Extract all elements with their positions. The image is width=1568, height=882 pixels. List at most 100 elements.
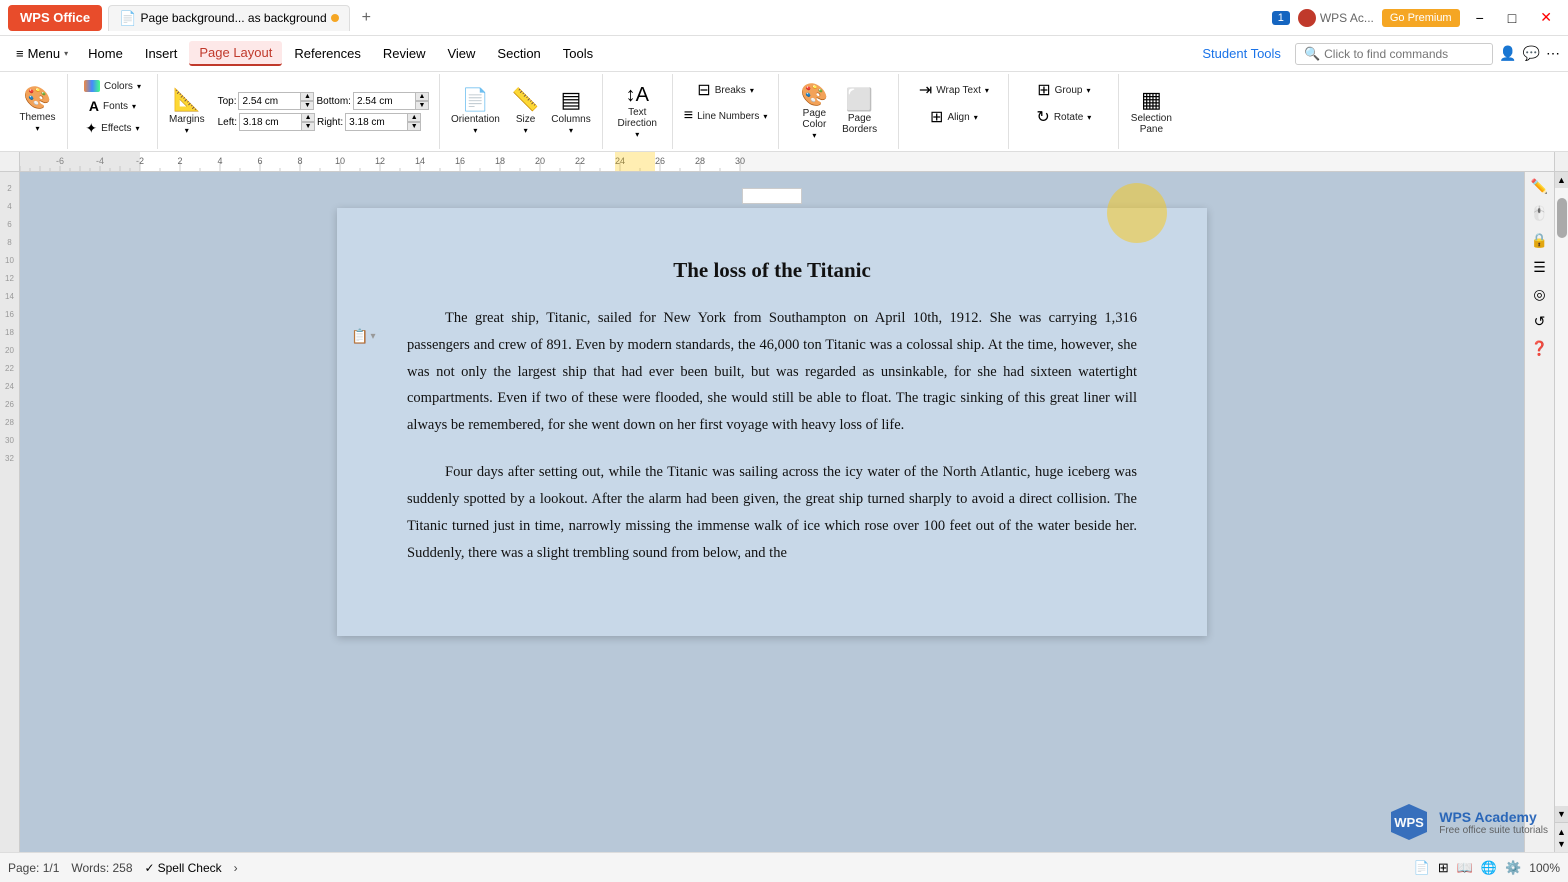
size-button[interactable]: 📏 Size ▾	[507, 86, 544, 136]
margin-num: 28	[5, 414, 14, 432]
menu-insert[interactable]: Insert	[135, 42, 188, 65]
ribbon-group-colors: Colors ▾ A Fonts ▾ ✦ Effects ▾	[68, 74, 158, 149]
scroll-down-button[interactable]: ▼	[1555, 806, 1568, 822]
more-options-button[interactable]: ⋯	[1546, 45, 1560, 62]
wps-account-button[interactable]: WPS Ac...	[1298, 9, 1374, 27]
margin-right-down[interactable]: ▼	[407, 122, 421, 131]
rotate-arrow: ▾	[1087, 113, 1091, 122]
margin-lr-row: Left: ▲ ▼ Right: ▲ ▼	[218, 113, 429, 131]
colors-arrow: ▾	[137, 82, 141, 91]
columns-icon: ▤	[561, 88, 582, 112]
scroll-track[interactable]	[1555, 188, 1568, 806]
left-margin-ruler: 2 4 6 8 10 12 14 16 18 20 22 24 26 28 30…	[0, 172, 20, 852]
maximize-button[interactable]: □	[1500, 10, 1524, 26]
margin-num: 32	[5, 450, 14, 468]
rotate-button[interactable]: ↻ Rotate ▾	[1031, 105, 1096, 129]
command-search-bar[interactable]: 🔍	[1295, 43, 1493, 65]
document-title: The loss of the Titanic	[407, 258, 1137, 283]
command-search-input[interactable]	[1324, 47, 1484, 61]
layout-normal-button[interactable]: 📄	[1414, 860, 1430, 876]
colors-button[interactable]: Colors ▾	[79, 78, 146, 94]
svg-text:20: 20	[535, 156, 545, 166]
page-borders-button[interactable]: ⬜ Page Borders	[837, 86, 882, 137]
line-numbers-button[interactable]: ≡ Line Numbers ▾	[679, 105, 773, 127]
comment-button[interactable]: 💬	[1523, 45, 1540, 62]
menu-home[interactable]: Home	[78, 42, 133, 65]
menu-tools[interactable]: Tools	[553, 42, 603, 65]
word-count: Words: 258	[71, 861, 132, 875]
breaks-arrow: ▾	[750, 86, 754, 95]
prev-page-button[interactable]: ▲	[1557, 827, 1566, 837]
margin-top-row: Top: ▲ ▼ Bottom: ▲ ▼	[218, 92, 429, 110]
document-tab[interactable]: 📄 Page background... as background	[108, 5, 350, 31]
menu-dropdown-arrow: ▾	[64, 49, 68, 58]
menu-section[interactable]: Section	[487, 42, 550, 65]
page-color-top: 🎨 Page Color ▾ ⬜ Page Borders	[796, 78, 882, 145]
effects-button[interactable]: ✦ Effects ▾	[80, 118, 144, 139]
right-panel-list-icon[interactable]: ☰	[1533, 259, 1546, 276]
right-panel-edit-icon[interactable]: ✏️	[1531, 178, 1548, 195]
menu-references[interactable]: References	[284, 42, 370, 65]
layout-web-button[interactable]: 🌐	[1481, 860, 1497, 876]
menu-review[interactable]: Review	[373, 42, 436, 65]
new-tab-button[interactable]: +	[356, 9, 377, 27]
right-panel-lock-icon[interactable]: 🔒	[1531, 232, 1548, 249]
student-tools-button[interactable]: Student Tools	[1194, 42, 1289, 65]
spell-check-label: Spell Check	[158, 861, 222, 875]
margin-num: 18	[5, 324, 14, 342]
page-borders-icon: ⬜	[846, 88, 873, 112]
margin-top-down[interactable]: ▼	[300, 101, 314, 110]
para-icon-arrow: ▾	[370, 331, 375, 342]
margin-top-up[interactable]: ▲	[300, 92, 314, 101]
margin-top-label: Top:	[218, 96, 237, 107]
fonts-button[interactable]: A Fonts ▾	[84, 96, 141, 116]
orientation-button[interactable]: 📄 Orientation ▾	[446, 86, 505, 136]
layout-full-button[interactable]: ⊞	[1438, 860, 1449, 876]
margin-left-down[interactable]: ▼	[301, 122, 315, 131]
wps-logo-button[interactable]: WPS Office	[8, 5, 102, 31]
margin-left-up[interactable]: ▲	[301, 113, 315, 122]
scroll-thumb[interactable]	[1557, 198, 1567, 238]
next-page-button[interactable]: ▼	[1557, 839, 1566, 849]
minimize-button[interactable]: −	[1468, 10, 1492, 26]
hamburger-menu[interactable]: ≡ Menu ▾	[8, 42, 76, 65]
svg-text:16: 16	[455, 156, 465, 166]
go-premium-button[interactable]: Go Premium	[1382, 9, 1460, 27]
scroll-up-button[interactable]: ▲	[1555, 172, 1568, 188]
margin-bottom-down[interactable]: ▼	[415, 101, 429, 110]
menu-page-layout[interactable]: Page Layout	[189, 41, 282, 66]
text-direction-button[interactable]: ↕A Text Direction ▾	[613, 82, 662, 141]
document-scroll-area[interactable]: 📋 ▾ The loss of the Titanic The great sh…	[20, 172, 1524, 852]
share-button[interactable]: 👤	[1499, 45, 1516, 62]
right-panel-help-icon[interactable]: ❓	[1531, 340, 1548, 357]
margin-num: 10	[5, 252, 14, 270]
page-color-icon: 🎨	[801, 83, 828, 107]
main-content: 2 4 6 8 10 12 14 16 18 20 22 24 26 28 30…	[0, 172, 1568, 852]
page-info: Page: 1/1	[8, 861, 59, 875]
right-panel-rotate-icon[interactable]: ↺	[1534, 313, 1546, 330]
group-button[interactable]: ⊞ Group ▾	[1032, 78, 1095, 102]
layout-read-button[interactable]: 📖	[1457, 860, 1473, 876]
margin-bottom-up[interactable]: ▲	[415, 92, 429, 101]
right-panel-cursor-icon[interactable]: 🖱️	[1531, 205, 1548, 222]
margin-right-up[interactable]: ▲	[407, 113, 421, 122]
breaks-button[interactable]: ⊟ Breaks ▾	[692, 78, 759, 102]
columns-button[interactable]: ▤ Columns ▾	[546, 86, 595, 136]
vertical-scrollbar[interactable]: ▲ ▼ ▲ ▼	[1554, 172, 1568, 852]
selection-pane-button[interactable]: ▦ Selection Pane	[1126, 86, 1177, 137]
page-color-button[interactable]: 🎨 Page Color ▾	[796, 81, 833, 142]
close-button[interactable]: ✕	[1532, 9, 1560, 26]
margins-button[interactable]: 📐 Margins ▾	[164, 86, 210, 136]
horizontal-ruler: -6 -4 -2 2 4 6 8 10 12 14 16 18 20 22 24…	[20, 152, 1554, 171]
text-dir-top: ↕A Text Direction ▾	[613, 78, 662, 145]
wrap-text-button[interactable]: ⇥ Wrap Text ▾	[914, 78, 994, 102]
right-panel-circle-icon[interactable]: ◎	[1533, 286, 1545, 303]
align-button[interactable]: ⊞ Align ▾	[925, 105, 983, 129]
breaks-top: ⊟ Breaks ▾ ≡ Line Numbers ▾	[679, 78, 773, 145]
wps-account-label: WPS Ac...	[1320, 11, 1374, 25]
layout-outline-button[interactable]: ⚙️	[1505, 860, 1521, 876]
spell-check-button[interactable]: ✓ Spell Check	[145, 861, 222, 875]
menu-view[interactable]: View	[437, 42, 485, 65]
paragraph-icon[interactable]: 📋 ▾	[351, 328, 375, 345]
themes-button[interactable]: 🎨 Themes ▾	[14, 84, 60, 134]
